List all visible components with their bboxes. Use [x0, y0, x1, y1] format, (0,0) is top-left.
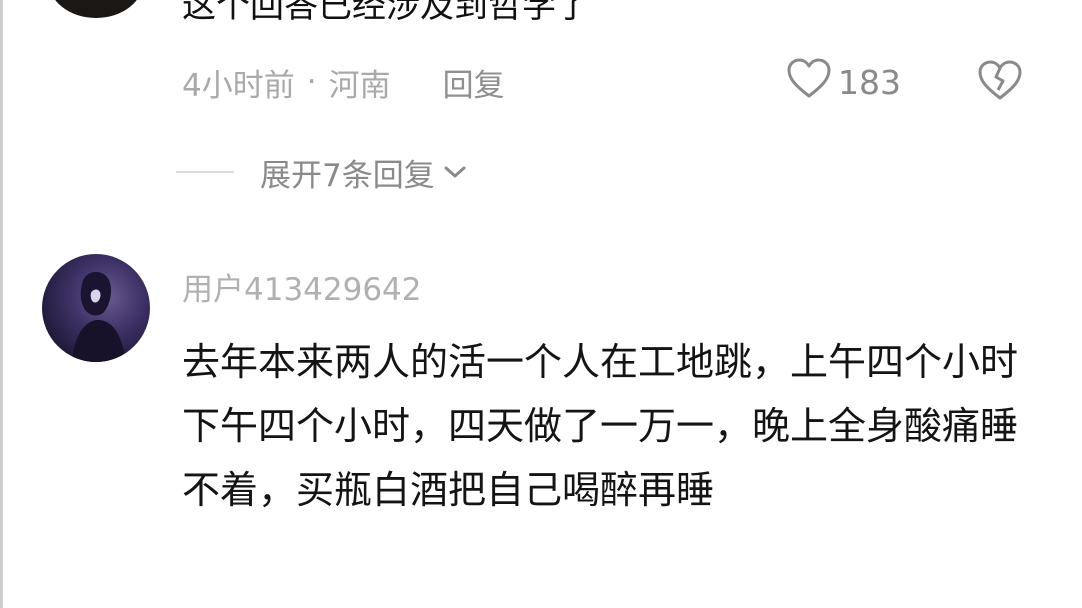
- expand-replies-label: 展开7条回复: [260, 157, 435, 194]
- dislike-button[interactable]: [976, 58, 1024, 106]
- chevron-down-icon: [443, 164, 467, 180]
- avatar[interactable]: [42, 254, 150, 362]
- reply-button[interactable]: 回复: [443, 60, 505, 105]
- like-button[interactable]: 183: [786, 58, 901, 106]
- comment-location: 河南: [328, 67, 391, 104]
- meta-separator: ·: [306, 64, 317, 100]
- broken-heart-icon: [976, 58, 1024, 106]
- expand-replies-button[interactable]: 展开7条回复: [176, 150, 467, 194]
- comment-text: 去年本来两人的活一个人在工地跳，上午四个小时下午四个小时，四天做了一万一，晚上全…: [182, 340, 1019, 512]
- heart-outline-icon: [786, 57, 838, 107]
- like-count: 183: [838, 62, 901, 102]
- comment-text: 这个回答已经涉及到哲学了: [182, 0, 590, 26]
- username[interactable]: 用户413429642: [182, 264, 422, 309]
- comment-meta: 4小时前 · 河南 回复: [182, 60, 505, 105]
- comment-time: 4小时前: [182, 67, 295, 104]
- divider-line: [176, 171, 234, 173]
